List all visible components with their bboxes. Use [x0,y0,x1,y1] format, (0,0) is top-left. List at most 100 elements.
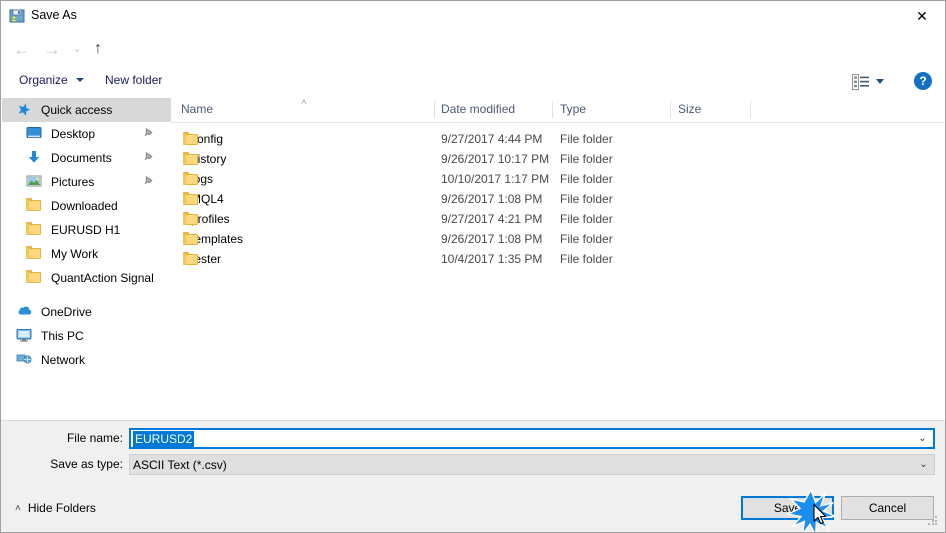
up-arrow-icon: ↑ [94,40,102,57]
sidebar-item-onedrive[interactable]: OneDrive [2,300,171,324]
sidebar-label: Desktop [51,127,96,141]
cancel-button-label: Cancel [868,501,907,515]
column-header-size[interactable]: Size [678,102,701,116]
date-modified-cell: 9/26/2017 10:17 PM [441,152,550,166]
sidebar-item-downloaded[interactable]: Downloaded [2,194,171,218]
sidebar-item-documents[interactable]: Documents [2,146,171,170]
folder-icon [183,192,198,206]
type-cell: File folder [560,252,613,266]
folder-icon [183,252,198,266]
chevron-down-icon: ⌄ [72,42,82,55]
view-caret-icon[interactable] [876,79,884,84]
file-name-label: templates [191,232,244,246]
pin-icon[interactable] [143,127,155,139]
file-name-label: File name: [66,431,123,445]
column-header-type[interactable]: Type [560,102,586,116]
this-pc-icon [16,328,34,344]
hide-folders-button[interactable]: ˄ Hide Folders [15,501,96,515]
date-modified-cell: 9/27/2017 4:44 PM [441,132,543,146]
save-as-type-select[interactable]: ASCII Text (*.csv) ⌄ [129,454,935,475]
sidebar-label: My Work [51,247,99,261]
desktop-icon [26,126,44,142]
sidebar-item-quick-access[interactable]: Quick access [2,98,171,122]
column-divider[interactable] [434,101,435,118]
navigation-pane: Quick access Desktop Documents Pictures … [2,98,172,420]
save-as-type-label: Save as type: [50,457,123,471]
sidebar-item-eurusd-h1[interactable]: EURUSD H1 [2,218,171,242]
folder-icon [183,212,198,226]
network-icon [16,352,34,368]
folder-icon [26,222,44,238]
pin-icon[interactable] [143,151,155,163]
up-button[interactable]: ↑ [85,36,111,62]
sidebar-item-my-work[interactable]: My Work [2,242,171,266]
chevron-down-icon[interactable]: ⌄ [914,430,931,447]
type-cell: File folder [560,172,613,186]
sidebar-item-desktop[interactable]: Desktop [2,122,171,146]
star-icon [16,102,34,118]
folder-icon [26,198,44,214]
navigation-row: ← → ⌄ ↑ « Roaming › MetaQuotes › Termina… [1,32,945,92]
save-button-label: Save [773,501,802,515]
type-cell: File folder [560,132,613,146]
documents-icon [26,150,44,166]
cancel-button[interactable]: Cancel [841,496,934,520]
column-divider[interactable] [670,101,671,118]
pictures-icon [26,174,44,190]
type-cell: File folder [560,192,613,206]
forward-arrow-icon: → [43,39,61,59]
save-as-type-value: ASCII Text (*.csv) [133,457,227,472]
file-name-cell: MQL4 [183,192,224,206]
save-as-icon [9,9,25,23]
table-row[interactable]: tester 10/4/2017 1:35 PM File folder [171,249,945,269]
pin-icon[interactable] [143,175,155,187]
back-arrow-icon: ← [13,39,31,59]
sidebar-label: OneDrive [41,305,92,319]
sidebar-label: Documents [51,151,112,165]
table-row[interactable]: profiles 9/27/2017 4:21 PM File folder [171,209,945,229]
file-name-value: EURUSD2 [133,430,195,447]
sidebar-item-network[interactable]: Network [2,348,171,372]
column-divider[interactable] [750,101,751,118]
sidebar-item-this-pc[interactable]: This PC [2,324,171,348]
sidebar-label: Downloaded [51,199,118,213]
hide-folders-label: Hide Folders [27,501,96,515]
file-name-input[interactable]: EURUSD2 ⌄ [129,428,935,449]
date-modified-cell: 10/10/2017 1:17 PM [441,172,550,186]
sidebar-label: Pictures [51,175,95,189]
date-modified-cell: 10/4/2017 1:35 PM [441,252,543,266]
column-divider[interactable] [552,101,553,118]
sort-ascending-icon: ˄ [301,98,307,108]
sidebar-item-pictures[interactable]: Pictures [2,170,171,194]
close-button[interactable]: ✕ [899,1,945,32]
file-name-cell: history [183,152,226,166]
table-row[interactable]: history 9/26/2017 10:17 PM File folder [171,149,945,169]
column-header-date-modified[interactable]: Date modified [441,102,515,116]
list-view-icon[interactable] [852,74,870,90]
chevron-up-icon: ˄ [15,502,21,514]
file-name-cell: logs [183,172,213,186]
back-button[interactable]: ← [9,36,35,62]
forward-button[interactable]: → [39,36,65,62]
column-headers: ˄ Name Date modified Type Size [171,98,945,123]
table-row[interactable]: templates 9/26/2017 1:08 PM File folder [171,229,945,249]
resize-grip[interactable] [928,516,939,527]
organize-caret-icon[interactable] [76,78,84,82]
table-row[interactable]: config 9/27/2017 4:44 PM File folder [171,129,945,149]
table-row[interactable]: MQL4 9/26/2017 1:08 PM File folder [171,189,945,209]
date-modified-cell: 9/26/2017 1:08 PM [441,192,543,206]
save-button[interactable]: Save [741,496,834,520]
sidebar-label: QuantAction Signal [51,271,154,285]
folder-icon [26,246,44,262]
organize-button[interactable]: Organize [19,73,68,87]
chevron-down-icon[interactable]: ⌄ [915,455,932,474]
folder-icon [183,152,198,166]
sidebar-item-quantaction-signal[interactable]: QuantAction Signal [2,266,171,290]
recent-locations-button[interactable]: ⌄ [67,36,87,62]
table-row[interactable]: logs 10/10/2017 1:17 PM File folder [171,169,945,189]
help-button[interactable]: ? [914,72,932,90]
column-header-name[interactable]: Name [181,102,213,116]
date-modified-cell: 9/27/2017 4:21 PM [441,212,543,226]
new-folder-button[interactable]: New folder [105,73,162,87]
file-name-cell: config [183,132,223,146]
